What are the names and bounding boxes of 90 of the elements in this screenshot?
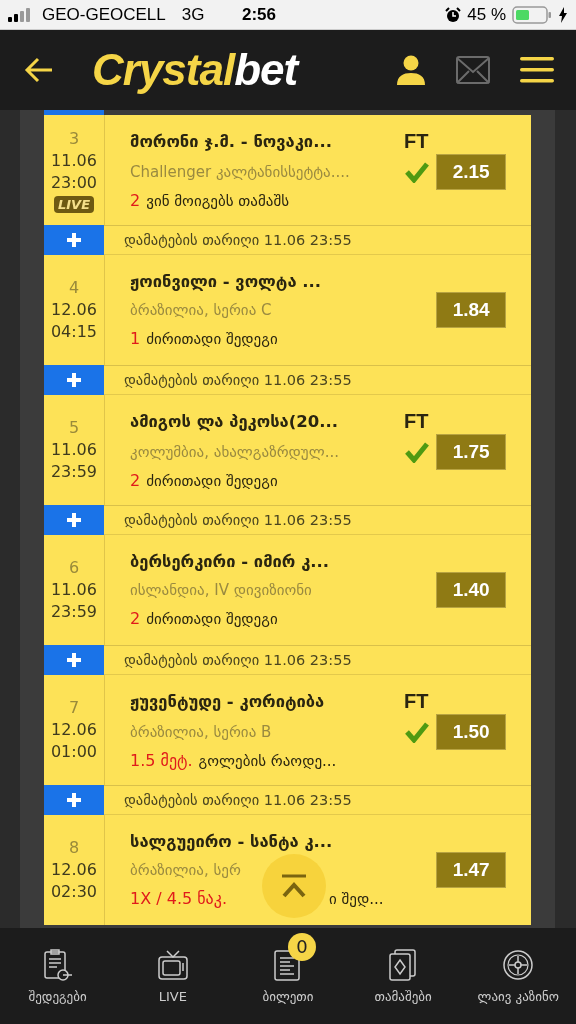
mail-icon[interactable]: [456, 56, 490, 84]
match-title: სალგუეირო - სანტა კ...: [130, 832, 334, 851]
plus-icon: [66, 792, 82, 808]
pick-value: 1: [130, 329, 141, 348]
carrier-name: GEO-GEOCELL: [42, 4, 166, 25]
expand-button[interactable]: [44, 505, 104, 535]
match-title: მორონი ჯ.მ. - ნოვაკი...: [130, 132, 333, 151]
league-name: ბრაზილია, სერ: [130, 861, 242, 879]
count-badge: 0: [287, 932, 316, 961]
nav-item[interactable]: ლაივ კაზინო: [463, 932, 574, 1004]
nav-item[interactable]: 0 ბილეთი: [232, 932, 343, 1004]
nav-item[interactable]: თამაშები: [348, 932, 459, 1004]
added-date: დამატების თარიღი 11.06 23:55: [124, 652, 352, 668]
pick-label: ძირითადი შედეგი: [146, 472, 278, 490]
pick-label: ი შედ...: [328, 890, 384, 908]
pick-label: ძირითადი შედეგი: [146, 330, 278, 348]
match-title: ბერსერკირი - იმირ კ...: [130, 552, 331, 571]
bet-number: 3: [68, 127, 80, 150]
match-title: ამიგოს ლა პეკოსა(20...: [130, 412, 339, 431]
match-status: FT: [404, 410, 429, 433]
match-status: FT: [404, 130, 429, 153]
pick-label: ძირითადი შედეგი: [146, 610, 278, 628]
bet-number: 7: [68, 697, 80, 719]
match-date: 11.06: [51, 579, 97, 601]
live-badge: LIVE: [53, 195, 95, 213]
battery-icon: [512, 5, 552, 24]
nav-item[interactable]: შედეგები: [2, 932, 113, 1004]
match-title: ჟუვენტუდე - კორიტიბა: [130, 692, 326, 711]
league-name: ბრაზილია, სერია B: [130, 723, 273, 741]
odds-value[interactable]: 1.75: [436, 434, 506, 470]
bet-number: 6: [68, 557, 80, 579]
pick-value: 2: [130, 609, 141, 628]
match-date: 12.06: [51, 859, 97, 881]
added-date: დამატების თარიღი 11.06 23:55: [124, 792, 352, 808]
menu-icon[interactable]: [520, 56, 554, 84]
odds-value[interactable]: 1.47: [436, 852, 506, 888]
match-time: 01:00: [50, 741, 98, 763]
battery-percent: 45 %: [467, 4, 506, 25]
pick-label: გოლების რაოდე...: [198, 752, 337, 770]
logo-text: Crystal: [92, 45, 235, 95]
expand-button[interactable]: [44, 225, 104, 255]
bet-number: 8: [68, 837, 80, 859]
odds-value[interactable]: 1.84: [436, 292, 506, 328]
match-date: 12.06: [51, 299, 97, 321]
added-date: დამატების თარიღი 11.06 23:55: [124, 372, 352, 388]
expand-button[interactable]: [44, 645, 104, 675]
league-name: ბრაზილია, სერია C: [130, 301, 273, 319]
chevron-up-icon: [281, 874, 307, 898]
nav-item[interactable]: LIVE: [117, 932, 228, 1004]
clipboard-icon: [41, 948, 74, 981]
odds-value[interactable]: 1.40: [436, 572, 506, 608]
odds-value[interactable]: 2.15: [436, 154, 506, 190]
pick-label: ვინ მოიგებს თამაშს: [146, 192, 290, 210]
logo-text: bet: [234, 45, 298, 95]
added-date: დამატების თარიღი 11.06 23:55: [124, 232, 352, 248]
clock-time: 2:56: [242, 4, 277, 25]
plus-icon: [66, 652, 82, 668]
pick-value: 2: [130, 471, 141, 490]
match-time: 02:30: [50, 881, 98, 903]
match-title: ჟოინვილი - ვოლტა ...: [130, 272, 323, 291]
match-status: FT: [404, 690, 429, 713]
league-name: კოლუმბია, ახალგაზრდულ...: [130, 443, 340, 461]
match-time: 23:00: [50, 171, 98, 194]
expand-button[interactable]: [44, 365, 104, 395]
match-time: 04:15: [50, 321, 98, 343]
roulette-icon: [502, 948, 535, 981]
expand-button[interactable]: [44, 785, 104, 815]
match-time: 23:59: [50, 601, 98, 623]
plus-icon: [66, 512, 82, 528]
plus-icon: [66, 372, 82, 388]
back-arrow-icon[interactable]: [24, 57, 54, 83]
tv-icon: [156, 948, 189, 981]
match-time: 23:59: [50, 461, 98, 483]
person-icon[interactable]: [396, 54, 426, 86]
charging-icon: [558, 6, 568, 23]
added-date: დამატების თარიღი 11.06 23:55: [124, 512, 352, 528]
match-date: 11.06: [51, 149, 97, 172]
alarm-icon: [445, 6, 462, 23]
odds-value[interactable]: 1.50: [436, 714, 506, 750]
plus-icon: [66, 232, 82, 248]
pick-value: 1X / 4.5 ნაკ.: [130, 889, 227, 908]
pick-value: 1.5 მეტ.: [130, 751, 193, 770]
bet-number: 4: [68, 277, 80, 299]
match-date: 11.06: [51, 439, 97, 461]
match-date: 12.06: [51, 719, 97, 741]
network-type: 3G: [181, 4, 205, 25]
league-name: ისლანდია, IV დივიზიონი: [130, 581, 313, 599]
bet-number: 5: [68, 417, 80, 439]
pick-value: 2: [130, 191, 141, 210]
league-name: Challenger კალტანისსეტტა....: [130, 163, 351, 181]
